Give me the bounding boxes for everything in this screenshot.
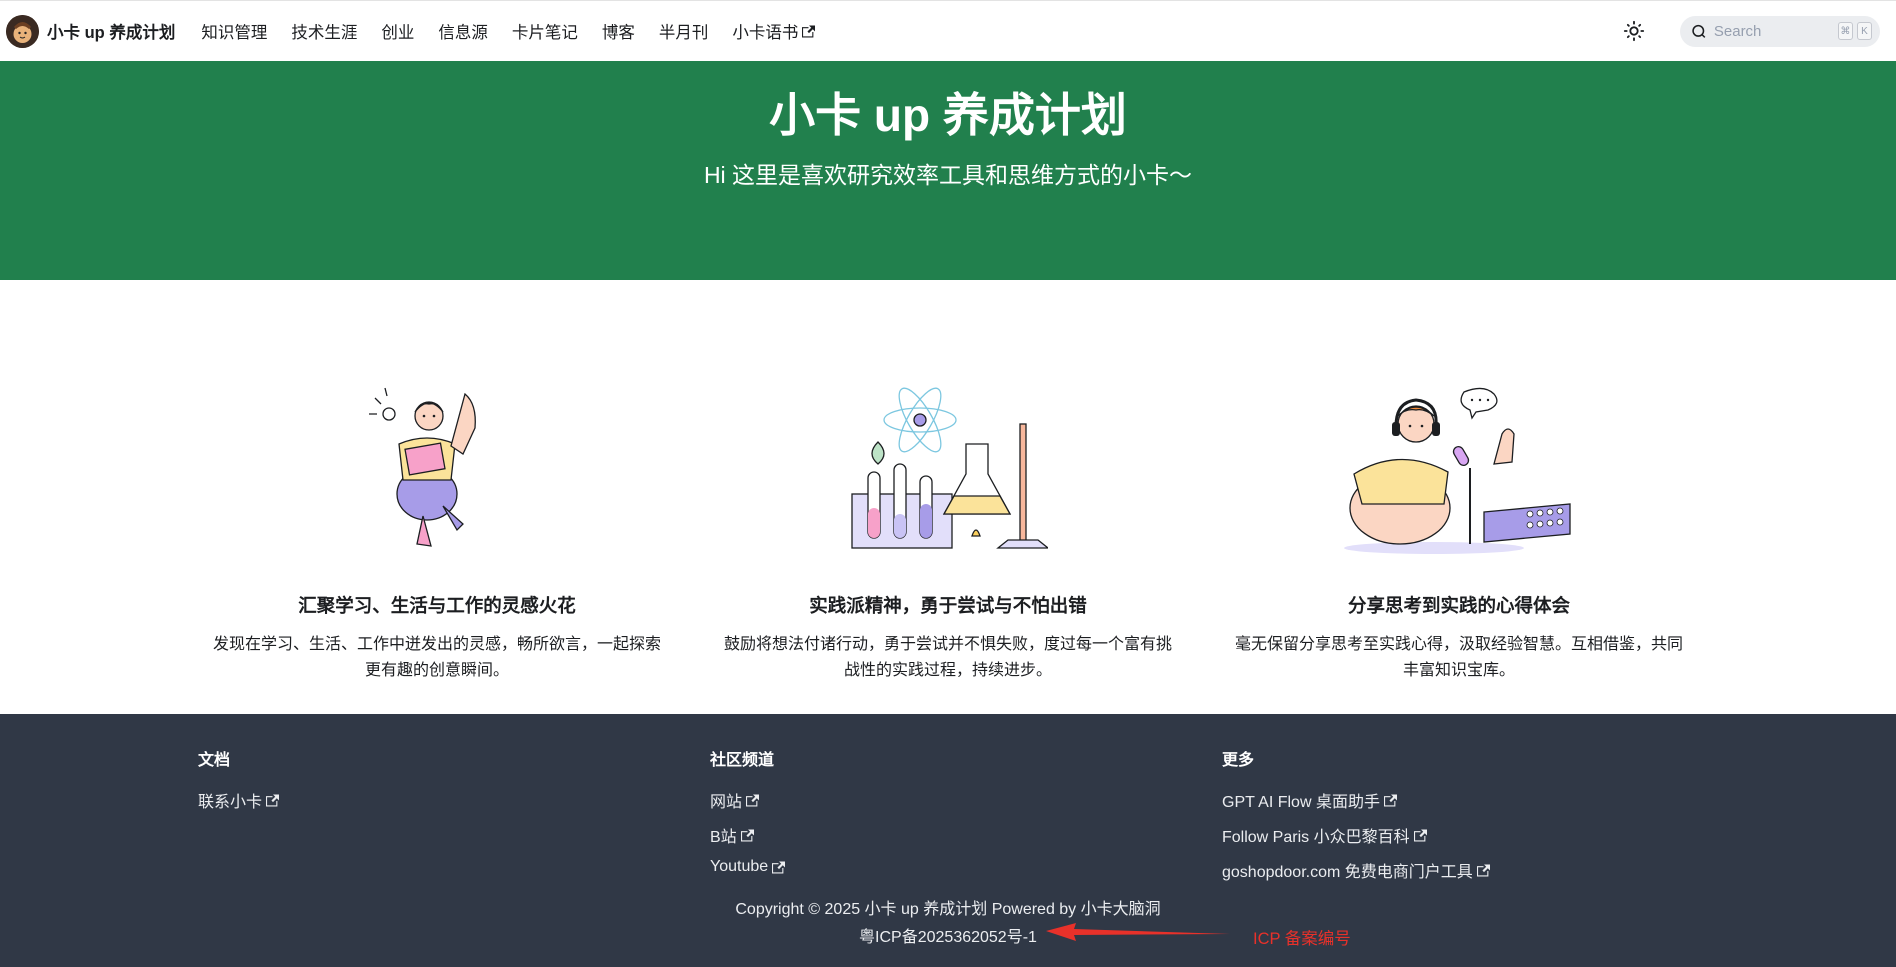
features-section: 汇聚学习、生活与工作的灵感火花 发现在学习、生活、工作中迸发出的灵感，畅所欲言，… bbox=[0, 280, 1896, 714]
navbar-right: ⌘ K bbox=[1616, 13, 1880, 49]
nav-label: 技术生涯 bbox=[291, 24, 358, 42]
footer-link-label: 网站 bbox=[710, 794, 743, 811]
kbd-cmd-key: ⌘ bbox=[1837, 22, 1853, 40]
brand-link[interactable]: 小卡 up 养成计划 bbox=[6, 1, 175, 61]
feature-description: 毫无保留分享思考至实践心得，汲取经验智慧。互相借鉴，共同丰富知识宝库。 bbox=[1234, 636, 1683, 679]
nav-label: 知识管理 bbox=[201, 24, 268, 42]
search-box[interactable]: ⌘ K bbox=[1680, 15, 1880, 47]
red-arrow-annotation-icon bbox=[1046, 923, 1230, 941]
theme-toggle-button[interactable] bbox=[1616, 13, 1652, 49]
navbar: 小卡 up 养成计划 知识管理 技术生涯 创业 信息源 卡片笔记 博客 半月刊 … bbox=[0, 0, 1896, 61]
nav-item-sources[interactable]: 信息源 bbox=[426, 19, 500, 43]
nav-label: 创业 bbox=[381, 24, 415, 42]
footer-link-youtube[interactable]: Youtube bbox=[710, 858, 1222, 876]
footer-link-label: goshopdoor.com 免费电商门户工具 bbox=[1222, 864, 1473, 881]
feature-title: 汇聚学习、生活与工作的灵感火花 bbox=[298, 595, 576, 616]
nav-label: 信息源 bbox=[438, 24, 488, 42]
footer-link-follow-paris[interactable]: Follow Paris 小众巴黎百科 bbox=[1222, 823, 1734, 847]
footer: 文档 联系小卡 社区频道 网站 B站 Youtube 更多 GPT AI Flo… bbox=[0, 714, 1896, 967]
brand-title: 小卡 up 养成计划 bbox=[47, 24, 176, 42]
footer-columns: 文档 联系小卡 社区频道 网站 B站 Youtube 更多 GPT AI Flo… bbox=[0, 714, 1896, 893]
icp-row: 粤ICP备2025362052号-1 bbox=[0, 924, 1896, 952]
icp-license-link[interactable]: 粤ICP备2025362052号-1 bbox=[859, 929, 1037, 946]
footer-col-title: 文档 bbox=[198, 752, 231, 769]
brand-logo-avatar bbox=[6, 14, 39, 48]
footer-link-label: Youtube bbox=[710, 858, 769, 875]
feature-title: 分享思考到实践的心得体会 bbox=[1347, 595, 1570, 616]
feature-description: 鼓励将想法付诸行动，勇于尝试并不惧失败，度过每一个富有挑战性的实践过程，持续进步… bbox=[723, 636, 1172, 679]
external-link-icon bbox=[802, 25, 816, 37]
hero-title: 小卡 up 养成计划 bbox=[769, 89, 1127, 141]
footer-col-docs: 文档 联系小卡 bbox=[198, 746, 710, 893]
nav-item-startup[interactable]: 创业 bbox=[369, 19, 426, 43]
external-link-icon bbox=[1476, 864, 1490, 876]
feature-card-sharing: 分享思考到实践的心得体会 毫无保留分享思考至实践心得，汲取经验智慧。互相借鉴，共… bbox=[1204, 280, 1715, 714]
nav-items: 知识管理 技术生涯 创业 信息源 卡片笔记 博客 半月刊 小卡语书 bbox=[189, 1, 827, 61]
footer-link-gpt-ai-flow[interactable]: GPT AI Flow 桌面助手 bbox=[1222, 788, 1734, 812]
nav-item-card-notes[interactable]: 卡片笔记 bbox=[500, 19, 590, 43]
hero-subtitle: Hi 这里是喜欢研究效率工具和思维方式的小卡～ bbox=[703, 162, 1193, 188]
science-lab-illustration bbox=[693, 354, 1204, 554]
reading-person-illustration bbox=[182, 354, 693, 554]
external-link-icon bbox=[772, 861, 786, 873]
kbd-k-key: K bbox=[1856, 22, 1872, 40]
footer-link-label: B站 bbox=[710, 829, 737, 846]
external-link-icon bbox=[266, 794, 280, 806]
footer-col-more: 更多 GPT AI Flow 桌面助手 Follow Paris 小众巴黎百科 … bbox=[1222, 746, 1734, 893]
footer-link-label: Follow Paris 小众巴黎百科 bbox=[1222, 829, 1410, 846]
sun-icon bbox=[1623, 20, 1645, 42]
footer-link-contact[interactable]: 联系小卡 bbox=[198, 788, 710, 812]
hero-banner: 小卡 up 养成计划 Hi 这里是喜欢研究效率工具和思维方式的小卡～ bbox=[0, 61, 1896, 280]
external-link-icon bbox=[1413, 829, 1427, 841]
footer-col-community: 社区频道 网站 B站 Youtube bbox=[710, 746, 1222, 893]
icp-annotation-label: ICP 备案编号 bbox=[1253, 930, 1351, 948]
footer-link-goshopdoor[interactable]: goshopdoor.com 免费电商门户工具 bbox=[1222, 858, 1734, 882]
feature-card-practice: 实践派精神，勇于尝试与不怕出错 鼓励将想法付诸行动，勇于尝试并不惧失败，度过每一… bbox=[693, 280, 1204, 714]
nav-label: 小卡语书 bbox=[732, 24, 799, 42]
feature-description: 发现在学习、生活、工作中迸发出的灵感，畅所欲言，一起探索更有趣的创意瞬间。 bbox=[212, 636, 661, 679]
nav-item-biweekly[interactable]: 半月刊 bbox=[647, 19, 721, 43]
feature-card-inspiration: 汇聚学习、生活与工作的灵感火花 发现在学习、生活、工作中迸发出的灵感，畅所欲言，… bbox=[182, 280, 693, 714]
podcast-person-illustration bbox=[1204, 354, 1715, 554]
nav-item-tech-career[interactable]: 技术生涯 bbox=[279, 19, 369, 43]
copyright-text: Copyright © 2025 小卡 up 养成计划 Powered by 小… bbox=[735, 901, 1161, 918]
nav-item-knowledge[interactable]: 知识管理 bbox=[189, 19, 279, 43]
search-icon bbox=[1692, 24, 1706, 38]
feature-title: 实践派精神，勇于尝试与不怕出错 bbox=[809, 595, 1087, 616]
nav-label: 博客 bbox=[601, 24, 635, 42]
footer-link-bilibili[interactable]: B站 bbox=[710, 823, 1222, 847]
nav-label: 卡片笔记 bbox=[511, 24, 578, 42]
nav-label: 半月刊 bbox=[658, 24, 709, 42]
footer-bottom: Copyright © 2025 小卡 up 养成计划 Powered by 小… bbox=[0, 896, 1896, 952]
nav-item-blog[interactable]: 博客 bbox=[590, 19, 647, 43]
search-input[interactable] bbox=[1713, 22, 1834, 40]
footer-link-website[interactable]: 网站 bbox=[710, 788, 1222, 812]
external-link-icon bbox=[1383, 794, 1397, 806]
footer-link-label: GPT AI Flow 桌面助手 bbox=[1222, 794, 1380, 811]
footer-link-label: 联系小卡 bbox=[198, 794, 263, 811]
external-link-icon bbox=[746, 794, 760, 806]
footer-col-title: 社区频道 bbox=[710, 752, 775, 769]
footer-col-title: 更多 bbox=[1222, 752, 1255, 769]
external-link-icon bbox=[740, 829, 754, 841]
nav-item-xiaoka-book[interactable]: 小卡语书 bbox=[720, 19, 827, 43]
